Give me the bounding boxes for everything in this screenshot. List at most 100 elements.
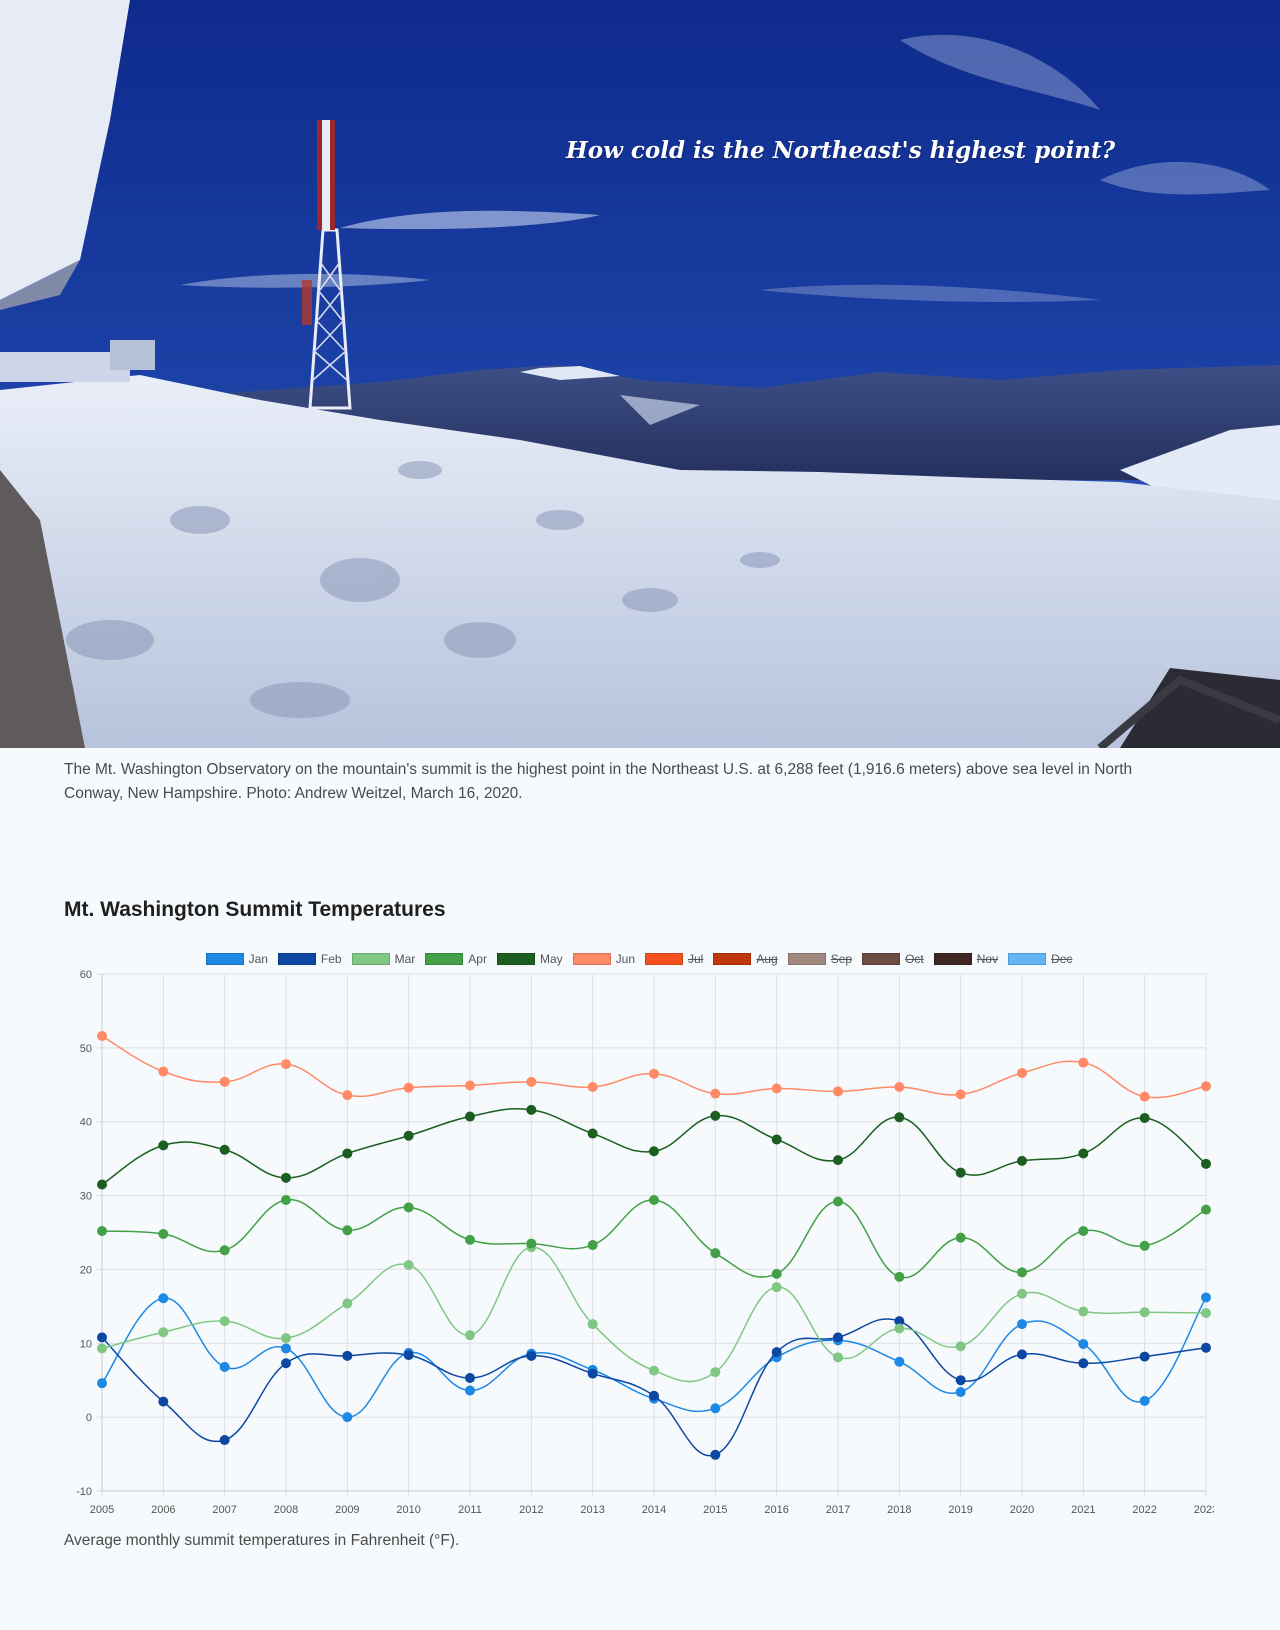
- y-tick-label: 30: [80, 1191, 92, 1203]
- data-point-mar: [281, 1333, 291, 1344]
- data-point-apr: [771, 1268, 782, 1279]
- legend-label: Jul: [688, 952, 704, 966]
- data-point-jun: [158, 1066, 169, 1077]
- data-point-mar: [465, 1330, 475, 1341]
- data-point-may: [587, 1128, 598, 1139]
- data-point-apr: [403, 1202, 414, 1213]
- legend-swatch: [1008, 953, 1047, 965]
- data-point-mar: [1139, 1307, 1150, 1318]
- x-tick-label: 2011: [458, 1504, 482, 1516]
- x-tick-label: 2019: [948, 1504, 972, 1516]
- legend-item-aug[interactable]: Aug: [713, 952, 778, 966]
- data-point-apr: [219, 1245, 230, 1256]
- data-point-apr: [526, 1238, 537, 1249]
- legend-label: Apr: [468, 952, 487, 966]
- y-tick-label: 60: [80, 970, 92, 981]
- x-tick-label: 2007: [212, 1504, 236, 1516]
- legend-item-oct[interactable]: Oct: [862, 952, 924, 966]
- legend-swatch: [425, 953, 464, 965]
- x-tick-label: 2015: [703, 1504, 727, 1516]
- summit-photo: [0, 0, 1280, 748]
- x-tick-label: 2018: [887, 1504, 911, 1516]
- hero-photo: How cold is the Northeast's highest poin…: [0, 0, 1280, 748]
- legend-item-nov[interactable]: Nov: [933, 952, 999, 966]
- legend-item-may[interactable]: May: [496, 952, 563, 966]
- data-point-apr: [587, 1240, 598, 1251]
- legend-label: Jan: [248, 952, 268, 966]
- data-point-mar: [771, 1282, 782, 1293]
- x-tick-label: 2010: [396, 1504, 420, 1516]
- data-point-jan: [97, 1378, 107, 1389]
- legend-label: Jun: [615, 952, 635, 966]
- data-point-jun: [894, 1082, 905, 1093]
- data-point-jun: [710, 1088, 721, 1099]
- data-point-feb: [955, 1375, 966, 1386]
- y-tick-label: 20: [80, 1264, 92, 1276]
- legend-swatch: [645, 953, 683, 965]
- legend-swatch: [205, 953, 244, 965]
- data-point-apr: [710, 1248, 721, 1259]
- x-tick-label: 2006: [151, 1504, 175, 1516]
- legend-swatch: [933, 953, 972, 965]
- data-point-may: [649, 1146, 659, 1157]
- data-point-mar: [342, 1298, 353, 1309]
- x-tick-label: 2020: [1010, 1504, 1034, 1516]
- data-point-mar: [833, 1352, 843, 1363]
- data-point-mar: [894, 1323, 905, 1334]
- legend-item-feb[interactable]: Feb: [277, 952, 342, 966]
- y-tick-label: 10: [80, 1338, 92, 1350]
- data-point-jun: [1139, 1091, 1150, 1102]
- data-point-jan: [1201, 1292, 1211, 1303]
- legend-label: Nov: [976, 952, 999, 966]
- legend-swatch: [572, 953, 611, 965]
- data-point-feb: [403, 1350, 414, 1361]
- data-point-feb: [97, 1332, 107, 1343]
- x-tick-label: 2013: [580, 1504, 604, 1516]
- legend-item-jun[interactable]: Jun: [572, 952, 635, 966]
- data-point-may: [281, 1172, 291, 1183]
- data-point-mar: [955, 1341, 966, 1352]
- photo-caption: The Mt. Washington Observatory on the mo…: [64, 761, 1133, 802]
- data-point-mar: [97, 1343, 107, 1354]
- legend-label: Oct: [905, 952, 924, 966]
- data-point-jun: [219, 1076, 230, 1087]
- legend-label: Sep: [830, 952, 853, 966]
- data-point-may: [955, 1167, 966, 1178]
- data-point-jun: [649, 1068, 659, 1079]
- legend-item-mar[interactable]: Mar: [351, 952, 415, 966]
- data-point-may: [710, 1110, 721, 1121]
- x-tick-label: 2008: [274, 1504, 298, 1516]
- data-point-jun: [1078, 1057, 1089, 1068]
- data-point-may: [833, 1155, 843, 1166]
- legend-swatch: [277, 953, 316, 965]
- legend-swatch: [713, 953, 752, 965]
- data-point-jun: [587, 1082, 598, 1093]
- data-point-feb: [1017, 1349, 1027, 1360]
- data-point-feb: [1201, 1342, 1211, 1353]
- legend-swatch: [787, 953, 826, 965]
- data-point-mar: [649, 1365, 659, 1376]
- data-point-apr: [955, 1232, 966, 1243]
- legend-item-dec[interactable]: Dec: [1008, 952, 1072, 966]
- x-tick-label: 2012: [519, 1504, 543, 1516]
- legend-item-apr[interactable]: Apr: [425, 952, 487, 966]
- legend-item-jan[interactable]: Jan: [205, 952, 268, 966]
- y-tick-label: 40: [80, 1117, 92, 1129]
- data-point-mar: [158, 1327, 169, 1338]
- legend-label: Aug: [756, 952, 778, 966]
- legend-item-jul[interactable]: Jul: [645, 952, 703, 966]
- data-point-jan: [1078, 1339, 1089, 1350]
- data-point-may: [1017, 1155, 1027, 1166]
- temperature-chart-svg: -10 0 10 20 30 40 50 60 2005 2006 2007 2008 2009 2010…: [76, 969, 1218, 1516]
- legend-swatch: [351, 953, 390, 965]
- y-tick-label: -10: [76, 1486, 92, 1498]
- data-point-feb: [649, 1390, 659, 1401]
- legend-label: May: [539, 952, 563, 966]
- data-point-jun: [526, 1076, 537, 1087]
- data-point-feb: [1078, 1358, 1089, 1369]
- data-point-mar: [1017, 1288, 1027, 1299]
- data-point-feb: [281, 1358, 291, 1369]
- legend-item-sep[interactable]: Sep: [787, 952, 853, 966]
- data-point-apr: [1078, 1226, 1089, 1237]
- data-point-may: [1139, 1113, 1150, 1124]
